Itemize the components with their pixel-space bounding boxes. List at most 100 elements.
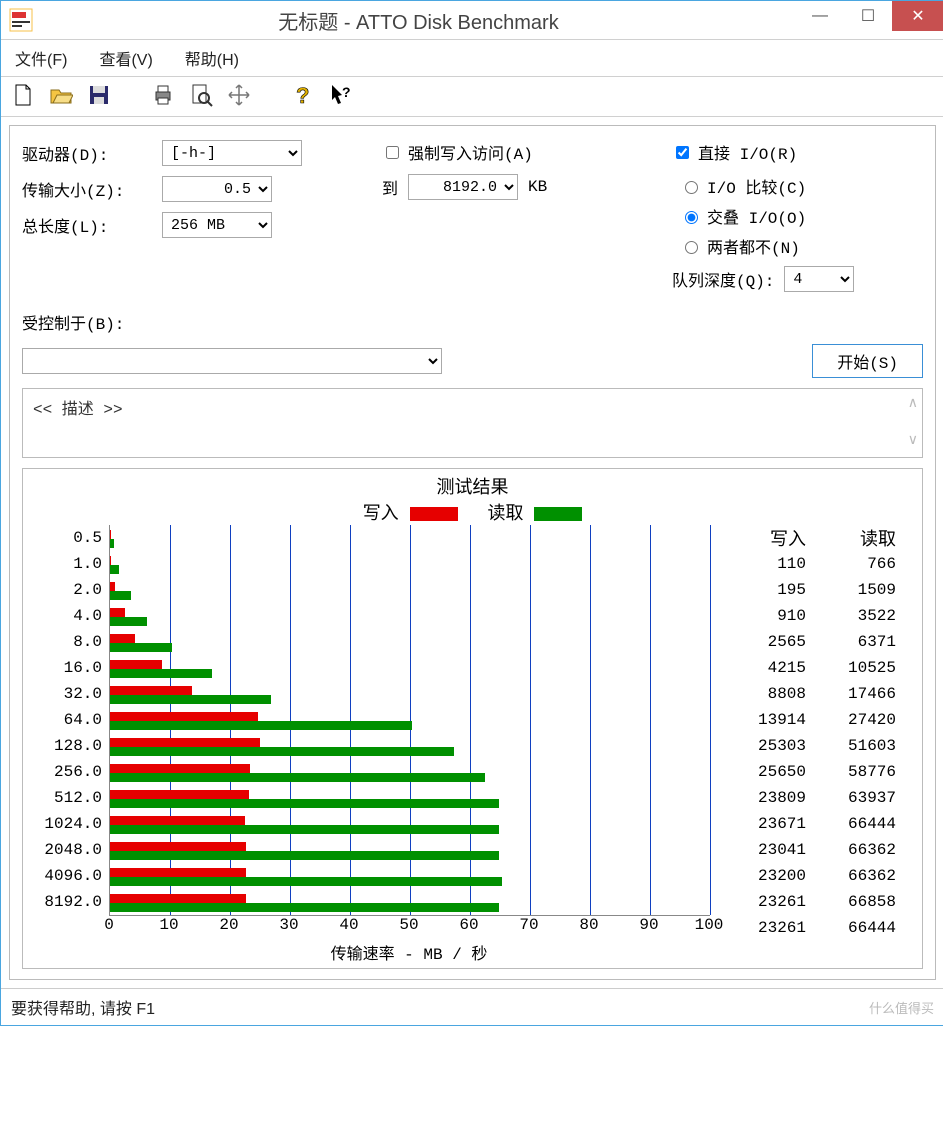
scroll-up-icon[interactable]: ∧ bbox=[908, 395, 918, 412]
y-tick-label: 1.0 bbox=[32, 555, 102, 573]
x-axis-label: 传输速率 - MB / 秒 bbox=[109, 940, 709, 964]
table-row: 2304166362 bbox=[716, 837, 916, 863]
open-icon[interactable] bbox=[49, 83, 73, 110]
x-tick-label: 20 bbox=[219, 916, 238, 934]
write-bar bbox=[110, 816, 245, 825]
read-bar bbox=[110, 747, 454, 756]
window-buttons: — ☐ ✕ bbox=[796, 1, 943, 39]
y-tick-label: 512.0 bbox=[32, 789, 102, 807]
minimize-button[interactable]: — bbox=[796, 1, 844, 31]
write-bar bbox=[110, 712, 258, 721]
kb-label: KB bbox=[528, 178, 547, 196]
menu-help[interactable]: 帮助(H) bbox=[181, 44, 243, 72]
table-row: 2320066362 bbox=[716, 863, 916, 889]
help-icon[interactable]: ? bbox=[291, 83, 315, 110]
drive-label: 驱动器(D): bbox=[22, 141, 152, 165]
table-row: 2380963937 bbox=[716, 785, 916, 811]
read-bar bbox=[110, 565, 119, 574]
io-compare-radio[interactable]: I/O 比较(C) bbox=[680, 174, 923, 198]
write-bar bbox=[110, 608, 125, 617]
title-bar: 无标题 - ATTO Disk Benchmark — ☐ ✕ bbox=[1, 1, 943, 40]
y-tick-label: 4096.0 bbox=[32, 867, 102, 885]
table-row: 2565058776 bbox=[716, 759, 916, 785]
context-help-icon[interactable]: ? bbox=[329, 83, 353, 110]
maximize-button[interactable]: ☐ bbox=[844, 1, 892, 31]
status-bar: 要获得帮助, 请按 F1 什么值得买 bbox=[1, 988, 943, 1025]
write-bar bbox=[110, 868, 246, 877]
data-table: 写入读取 11076619515099103522256563714215105… bbox=[716, 525, 916, 964]
x-tick-label: 40 bbox=[339, 916, 358, 934]
x-tick-label: 90 bbox=[639, 916, 658, 934]
write-bar bbox=[110, 686, 192, 695]
read-swatch-icon bbox=[534, 507, 582, 521]
move-icon[interactable] bbox=[227, 83, 251, 110]
svg-text:?: ? bbox=[342, 84, 351, 100]
read-bar bbox=[110, 877, 502, 886]
read-bar bbox=[110, 721, 412, 730]
neither-radio[interactable]: 两者都不(N) bbox=[680, 234, 923, 258]
controlled-by-select[interactable] bbox=[22, 348, 442, 374]
y-tick-label: 2.0 bbox=[32, 581, 102, 599]
scroll-down-icon[interactable]: ∨ bbox=[908, 432, 918, 449]
y-tick-label: 128.0 bbox=[32, 737, 102, 755]
x-tick-label: 10 bbox=[159, 916, 178, 934]
read-bar bbox=[110, 799, 499, 808]
table-row: 421510525 bbox=[716, 655, 916, 681]
x-tick-label: 50 bbox=[399, 916, 418, 934]
table-row: 110766 bbox=[716, 551, 916, 577]
table-row: 2367166444 bbox=[716, 811, 916, 837]
x-tick-label: 0 bbox=[104, 916, 114, 934]
save-icon[interactable] bbox=[87, 83, 111, 110]
x-tick-label: 60 bbox=[459, 916, 478, 934]
menu-view[interactable]: 查看(V) bbox=[95, 44, 156, 72]
new-icon[interactable] bbox=[11, 83, 35, 110]
write-bar bbox=[110, 764, 250, 773]
results-chart: 测试结果 写入 读取 0102030405060708090100 传输速率 -… bbox=[22, 468, 923, 969]
y-tick-label: 64.0 bbox=[32, 711, 102, 729]
y-tick-label: 8192.0 bbox=[32, 893, 102, 911]
table-row: 1391427420 bbox=[716, 707, 916, 733]
print-icon[interactable] bbox=[151, 83, 175, 110]
x-tick-label: 70 bbox=[519, 916, 538, 934]
menu-bar: 文件(F) 查看(V) 帮助(H) bbox=[1, 40, 943, 77]
plot-area: 0102030405060708090100 传输速率 - MB / 秒 0.5… bbox=[29, 525, 710, 964]
description-box[interactable]: << 描述 >> ∧∨ bbox=[22, 388, 923, 458]
table-row: 25656371 bbox=[716, 629, 916, 655]
transfer-size-label: 传输大小(Z): bbox=[22, 177, 152, 201]
read-bar bbox=[110, 643, 172, 652]
write-bar bbox=[110, 738, 260, 747]
write-bar bbox=[110, 582, 115, 591]
read-bar bbox=[110, 539, 114, 548]
write-bar bbox=[110, 660, 162, 669]
controlled-by-label: 受控制于(B): bbox=[22, 310, 124, 334]
y-tick-label: 16.0 bbox=[32, 659, 102, 677]
transfer-min-select[interactable]: 0.5 bbox=[162, 176, 272, 202]
read-bar bbox=[110, 773, 485, 782]
transfer-max-select[interactable]: 8192.0 bbox=[408, 174, 518, 200]
app-icon bbox=[9, 8, 33, 32]
to-label: 到 bbox=[382, 175, 398, 199]
table-row: 1951509 bbox=[716, 577, 916, 603]
read-bar bbox=[110, 825, 499, 834]
overlap-io-radio[interactable]: 交叠 I/O(O) bbox=[680, 204, 923, 228]
write-bar bbox=[110, 634, 135, 643]
queue-depth-select[interactable]: 4 bbox=[784, 266, 854, 292]
read-bar bbox=[110, 591, 131, 600]
print-preview-icon[interactable] bbox=[189, 83, 213, 110]
drive-select[interactable]: [-h-] bbox=[162, 140, 302, 166]
y-tick-label: 1024.0 bbox=[32, 815, 102, 833]
read-bar bbox=[110, 903, 499, 912]
menu-file[interactable]: 文件(F) bbox=[11, 44, 71, 72]
read-bar bbox=[110, 669, 212, 678]
total-length-select[interactable]: 256 MB bbox=[162, 212, 272, 238]
y-tick-label: 4.0 bbox=[32, 607, 102, 625]
start-button[interactable]: 开始(S) bbox=[812, 344, 923, 378]
y-tick-label: 2048.0 bbox=[32, 841, 102, 859]
x-tick-label: 80 bbox=[579, 916, 598, 934]
x-tick-label: 30 bbox=[279, 916, 298, 934]
close-button[interactable]: ✕ bbox=[892, 1, 943, 31]
force-write-checkbox[interactable]: 强制写入访问(A) bbox=[382, 140, 533, 164]
watermark: 什么值得买 bbox=[869, 998, 934, 1017]
direct-io-checkbox[interactable]: 直接 I/O(R) bbox=[672, 140, 797, 164]
chart-title: 测试结果 bbox=[29, 473, 916, 499]
